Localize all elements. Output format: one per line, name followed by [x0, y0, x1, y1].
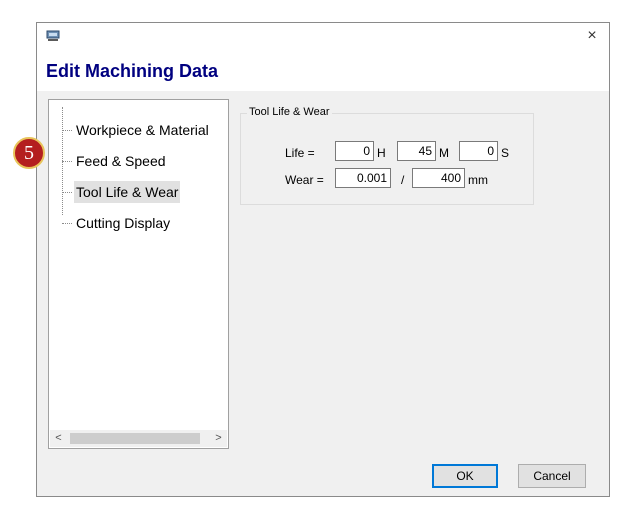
tree-item-label: Workpiece & Material: [76, 122, 209, 138]
horizontal-scrollbar[interactable]: < >: [50, 430, 227, 447]
seconds-unit: S: [501, 146, 510, 160]
tree-item-feed-speed[interactable]: Feed & Speed: [62, 150, 228, 172]
tree-item-label: Feed & Speed: [76, 153, 166, 169]
life-minutes-input[interactable]: [397, 141, 436, 161]
hours-unit: H: [377, 146, 386, 160]
app-icon: [46, 30, 60, 41]
tree-item-tool-life-wear[interactable]: Tool Life & Wear: [62, 181, 228, 203]
life-label: Life =: [285, 146, 315, 160]
scroll-left-icon[interactable]: <: [50, 430, 67, 447]
life-seconds-input[interactable]: [459, 141, 498, 161]
edit-machining-dialog: × Edit Machining Data Workpiece & Materi…: [36, 22, 610, 497]
title-bar: ×: [37, 23, 609, 51]
group-title: Tool Life & Wear: [247, 106, 332, 118]
wear-length-input[interactable]: [412, 168, 465, 188]
scroll-right-icon[interactable]: >: [210, 430, 227, 447]
category-tree[interactable]: Workpiece & Material Feed & Speed Tool L…: [48, 99, 229, 449]
tree-item-label: Cutting Display: [76, 215, 171, 231]
wear-separator: /: [401, 173, 405, 187]
cancel-button[interactable]: Cancel: [518, 464, 586, 488]
tree-item-cutting-display[interactable]: Cutting Display: [62, 212, 228, 234]
minutes-unit: M: [439, 146, 449, 160]
callout-number-badge: 5: [13, 137, 45, 169]
ok-button[interactable]: OK: [432, 464, 498, 488]
tree-item-label: Tool Life & Wear: [74, 181, 181, 203]
wear-unit: mm: [468, 173, 488, 187]
close-button[interactable]: ×: [581, 26, 603, 46]
scroll-thumb[interactable]: [70, 433, 200, 444]
tree-item-workpiece-material[interactable]: Workpiece & Material: [62, 119, 228, 141]
tool-life-wear-group: Tool Life & Wear Life = H M S Wear = / m…: [240, 106, 534, 205]
wear-value-input[interactable]: [335, 168, 391, 188]
life-hours-input[interactable]: [335, 141, 374, 161]
close-icon: ×: [587, 27, 597, 44]
page-title: Edit Machining Data: [46, 61, 219, 81]
dialog-header: Edit Machining Data: [37, 51, 609, 91]
wear-label: Wear =: [285, 173, 324, 187]
